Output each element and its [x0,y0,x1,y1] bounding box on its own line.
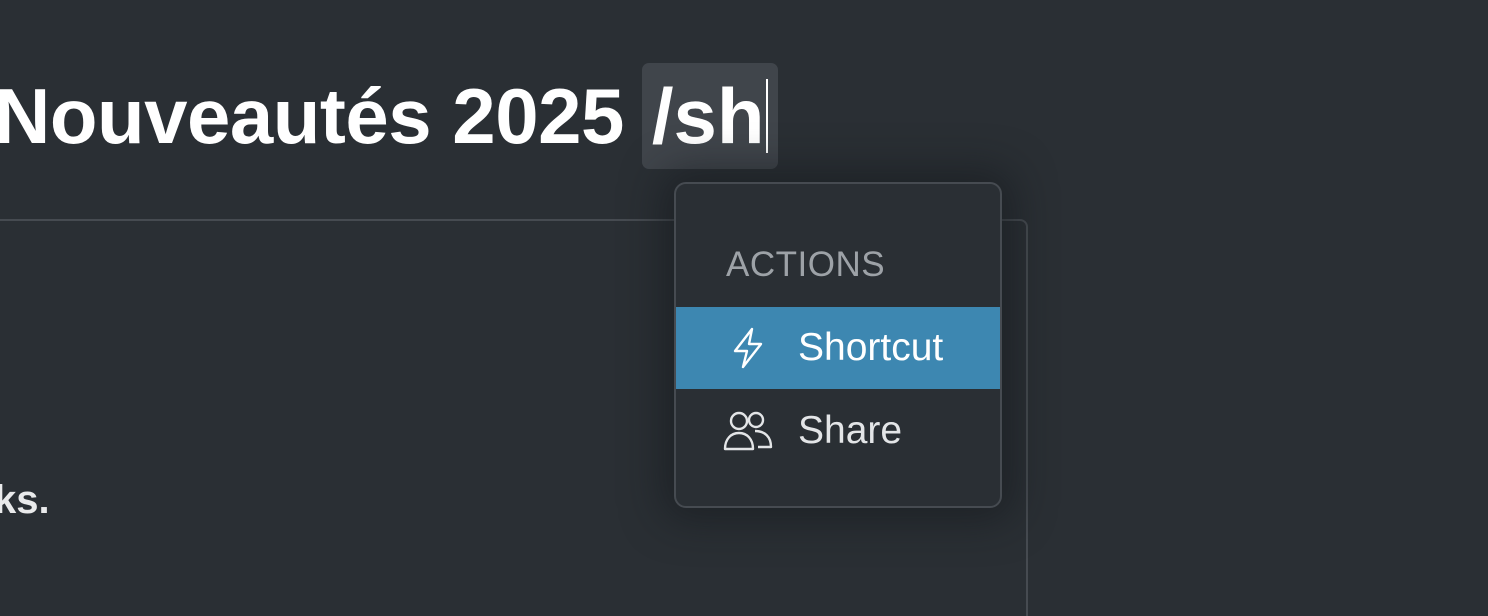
lightning-bolt-icon [722,322,774,374]
menu-item-shortcut[interactable]: Shortcut [676,307,1000,389]
page-title-row: Nouveautés 2025 /sh [0,62,778,170]
editor-page: Nouveautés 2025 /sh ks. ACTIONS Shortcut [0,0,1488,616]
page-title[interactable]: Nouveautés 2025 [0,62,624,170]
slash-command-text: /sh [651,72,765,160]
menu-item-label: Share [798,409,903,452]
command-menu: ACTIONS Shortcut Share [674,182,1002,508]
menu-section-heading: ACTIONS [726,245,886,284]
menu-item-label: Shortcut [798,326,944,369]
slash-command-input[interactable]: /sh [641,63,778,169]
body-text-fragment[interactable]: ks. [0,470,50,530]
text-caret [765,79,768,153]
menu-item-share[interactable]: Share [676,390,1000,472]
users-icon [722,405,774,457]
